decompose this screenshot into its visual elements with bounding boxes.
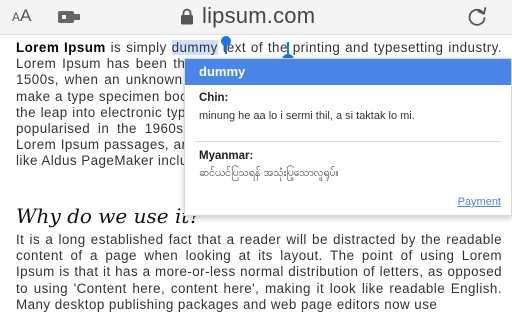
reload-icon[interactable] — [466, 5, 488, 27]
intro-bold-text: Lorem Ipsum — [16, 40, 106, 55]
text-size-small-label: A — [12, 10, 21, 24]
url-field[interactable]: lipsum.com — [180, 2, 315, 30]
body-paragraph: It is a long established fact that a rea… — [16, 232, 502, 312]
myanmar-language-label: Myanmar: — [199, 150, 254, 162]
chin-language-label: Chin: — [199, 92, 229, 104]
text-size-button[interactable]: AA — [12, 6, 31, 26]
extension-icon[interactable] — [58, 11, 80, 23]
selection-start-handle[interactable] — [221, 36, 231, 54]
url-text: lipsum.com — [202, 3, 316, 28]
section-heading: Why do we use it? — [16, 204, 201, 228]
popup-header: dummy — [185, 59, 511, 85]
intro-text-pre: is simply — [105, 40, 172, 55]
selected-word[interactable]: dummy — [171, 40, 218, 55]
lock-icon — [181, 8, 193, 24]
translation-popup: dummy Chin: minung he aa lo i sermi thil… — [184, 58, 512, 216]
selection-start-stem — [225, 42, 227, 54]
popup-word: dummy — [199, 64, 246, 79]
payment-link[interactable]: Payment — [458, 196, 501, 208]
chin-translation: minung he aa lo i sermi thil, a si takta… — [199, 110, 415, 122]
myanmar-translation: ဆင်ယင်ပြသရန် အသုံးပြုသောလူရုပ်။ — [199, 167, 339, 179]
popup-divider — [195, 141, 501, 142]
text-size-large-label: A — [20, 6, 32, 25]
browser-address-bar: AA lipsum.com — [0, 0, 512, 35]
